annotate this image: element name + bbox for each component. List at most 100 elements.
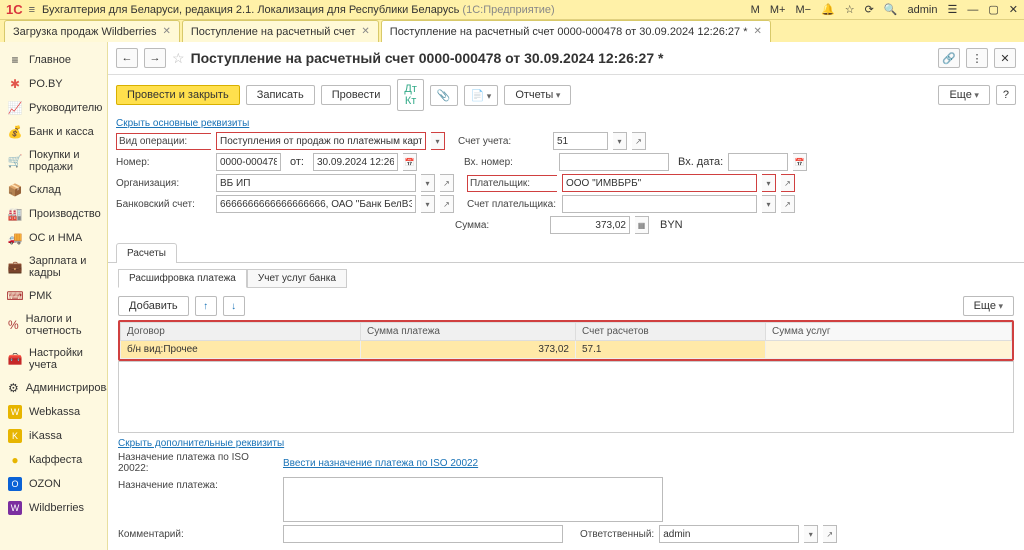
open-icon[interactable]: ↗ (781, 195, 795, 213)
in-number-field[interactable] (559, 153, 669, 171)
chart-icon: 📈 (8, 101, 22, 115)
resp-field[interactable] (659, 525, 799, 543)
open-icon[interactable]: ↗ (440, 195, 454, 213)
sidebar-item[interactable]: 🛒Покупки и продажи (0, 144, 107, 178)
bell-icon[interactable]: 🔔 (821, 3, 835, 16)
add-button[interactable]: Добавить (118, 296, 189, 316)
sidebar-item[interactable]: %Налоги и отчетность (0, 308, 107, 342)
org-field[interactable] (216, 174, 416, 192)
hide-main-link[interactable]: Скрыть основные реквизиты (116, 118, 249, 129)
dot-icon: ● (8, 453, 22, 467)
help-button[interactable]: ? (996, 85, 1016, 105)
sidebar-item[interactable]: 📈Руководителю (0, 96, 107, 120)
sidebar-item[interactable]: 💰Банк и касса (0, 120, 107, 144)
payer-acc-field[interactable] (562, 195, 757, 213)
refresh-icon[interactable]: ⟳ (865, 3, 874, 16)
number-field[interactable] (216, 153, 281, 171)
up-icon[interactable]: ↑ (195, 296, 217, 316)
more-button[interactable]: Еще (963, 296, 1014, 316)
close-icon[interactable]: ✕ (1009, 3, 1018, 16)
tab-wildberries[interactable]: Загрузка продаж Wildberries✕ (4, 20, 180, 42)
calendar-icon[interactable]: 📅 (793, 153, 807, 171)
hist-mplus-icon[interactable]: M+ (770, 4, 786, 16)
more-button[interactable]: Еще (938, 85, 989, 105)
kebab-icon[interactable]: ⋮ (966, 48, 988, 68)
sidebar-item[interactable]: 💼Зарплата и кадры (0, 250, 107, 284)
subtab-breakdown[interactable]: Расшифровка платежа (118, 269, 247, 288)
basis-button[interactable]: 📄 (464, 85, 499, 106)
dropdown-icon[interactable]: ▾ (421, 174, 435, 192)
account-label: Счет учета: (458, 136, 548, 147)
sidebar-item[interactable]: 🏭Производство (0, 202, 107, 226)
calendar-icon[interactable]: 📅 (403, 153, 417, 171)
dropdown-icon[interactable]: ▾ (613, 132, 627, 150)
sidebar-item[interactable]: WWebkassa (0, 400, 107, 424)
dk-icon[interactable]: ДтКт (397, 79, 424, 111)
sum-field[interactable] (550, 216, 630, 234)
down-icon[interactable]: ↓ (223, 296, 245, 316)
purpose-field[interactable] (283, 477, 663, 522)
subtab-bank-services[interactable]: Учет услуг банка (247, 269, 347, 288)
dropdown-icon[interactable]: ▾ (762, 195, 776, 213)
showpanel-icon[interactable]: ☰ (948, 3, 958, 16)
maximize-icon[interactable]: ▢ (988, 3, 998, 16)
post-button[interactable]: Провести (321, 85, 392, 105)
table-row[interactable]: б/н вид:Прочее 373,02 57.1 (121, 341, 1012, 359)
link-icon[interactable]: 🔗 (938, 48, 960, 68)
dropdown-icon[interactable]: ▾ (762, 174, 776, 192)
bank-acc-field[interactable] (216, 195, 416, 213)
dropdown-icon[interactable]: ▾ (421, 195, 435, 213)
back-button[interactable]: ← (116, 48, 138, 68)
sidebar-item[interactable]: ●Каффеста (0, 448, 107, 472)
calc-icon[interactable]: ▦ (635, 216, 649, 234)
forward-button[interactable]: → (144, 48, 166, 68)
close-doc-icon[interactable]: ✕ (994, 48, 1016, 68)
user-label[interactable]: admin (908, 4, 938, 16)
open-icon[interactable]: ↗ (632, 132, 646, 150)
payments-table[interactable]: Договор Сумма платежа Счет расчетов Сумм… (120, 322, 1012, 359)
open-icon[interactable]: ↗ (823, 525, 837, 543)
comment-field[interactable] (283, 525, 563, 543)
dropdown-icon[interactable]: ▾ (804, 525, 818, 543)
attach-icon[interactable]: 📎 (430, 85, 458, 106)
dropdown-icon[interactable]: ▾ (431, 132, 445, 150)
sidebar-item[interactable]: KiKassa (0, 424, 107, 448)
write-button[interactable]: Записать (246, 85, 315, 105)
hist-m-icon[interactable]: M (751, 4, 760, 16)
sidebar-item[interactable]: ⌨РМК (0, 284, 107, 308)
search-icon[interactable]: 🔍 (884, 3, 898, 16)
sidebar-item[interactable]: ✱PO.BY (0, 72, 107, 96)
iso-link[interactable]: Ввести назначение платежа по ISO 20022 (283, 458, 478, 469)
close-icon[interactable]: ✕ (361, 26, 369, 37)
close-icon[interactable]: ✕ (162, 26, 170, 37)
hide-add-link[interactable]: Скрыть дополнительные реквизиты (118, 438, 284, 449)
sidebar-item[interactable]: OOZON (0, 472, 107, 496)
reports-button[interactable]: Отчеты (504, 85, 571, 105)
date-field[interactable] (313, 153, 398, 171)
fav-icon[interactable]: ☆ (172, 50, 185, 67)
tab-receipt-doc[interactable]: Поступление на расчетный счет 0000-00047… (381, 20, 771, 42)
sidebar-item[interactable]: WWildberries (0, 496, 107, 520)
star-icon[interactable]: ☆ (845, 3, 855, 16)
minimize-icon[interactable]: — (967, 4, 978, 16)
post-and-close-button[interactable]: Провести и закрыть (116, 85, 240, 105)
sidebar-item[interactable]: ≡Главное (0, 48, 107, 72)
doc-title: Поступление на расчетный счет 0000-00047… (191, 50, 664, 66)
tab-payments[interactable]: Расчеты (116, 243, 177, 263)
account-field[interactable] (553, 132, 608, 150)
menu-icon[interactable]: ≡ (29, 4, 34, 16)
sidebar-item[interactable]: 🚚ОС и НМА (0, 226, 107, 250)
open-icon[interactable]: ↗ (781, 174, 795, 192)
payer-field[interactable] (562, 174, 757, 192)
op-type-field[interactable] (216, 132, 426, 150)
box-icon: 📦 (8, 183, 22, 197)
open-icon[interactable]: ↗ (440, 174, 454, 192)
close-icon[interactable]: ✕ (754, 26, 762, 37)
in-date-field[interactable] (728, 153, 788, 171)
hist-mminus-icon[interactable]: M− (795, 4, 811, 16)
tab-receipt[interactable]: Поступление на расчетный счет✕ (182, 20, 379, 42)
sidebar-item[interactable]: ⚙Администрирование (0, 376, 107, 400)
sidebar-item[interactable]: 🧰Настройки учета (0, 342, 107, 376)
sidebar-item[interactable]: 📦Склад (0, 178, 107, 202)
sidebar: ≡Главное ✱PO.BY 📈Руководителю 💰Банк и ка… (0, 42, 108, 550)
